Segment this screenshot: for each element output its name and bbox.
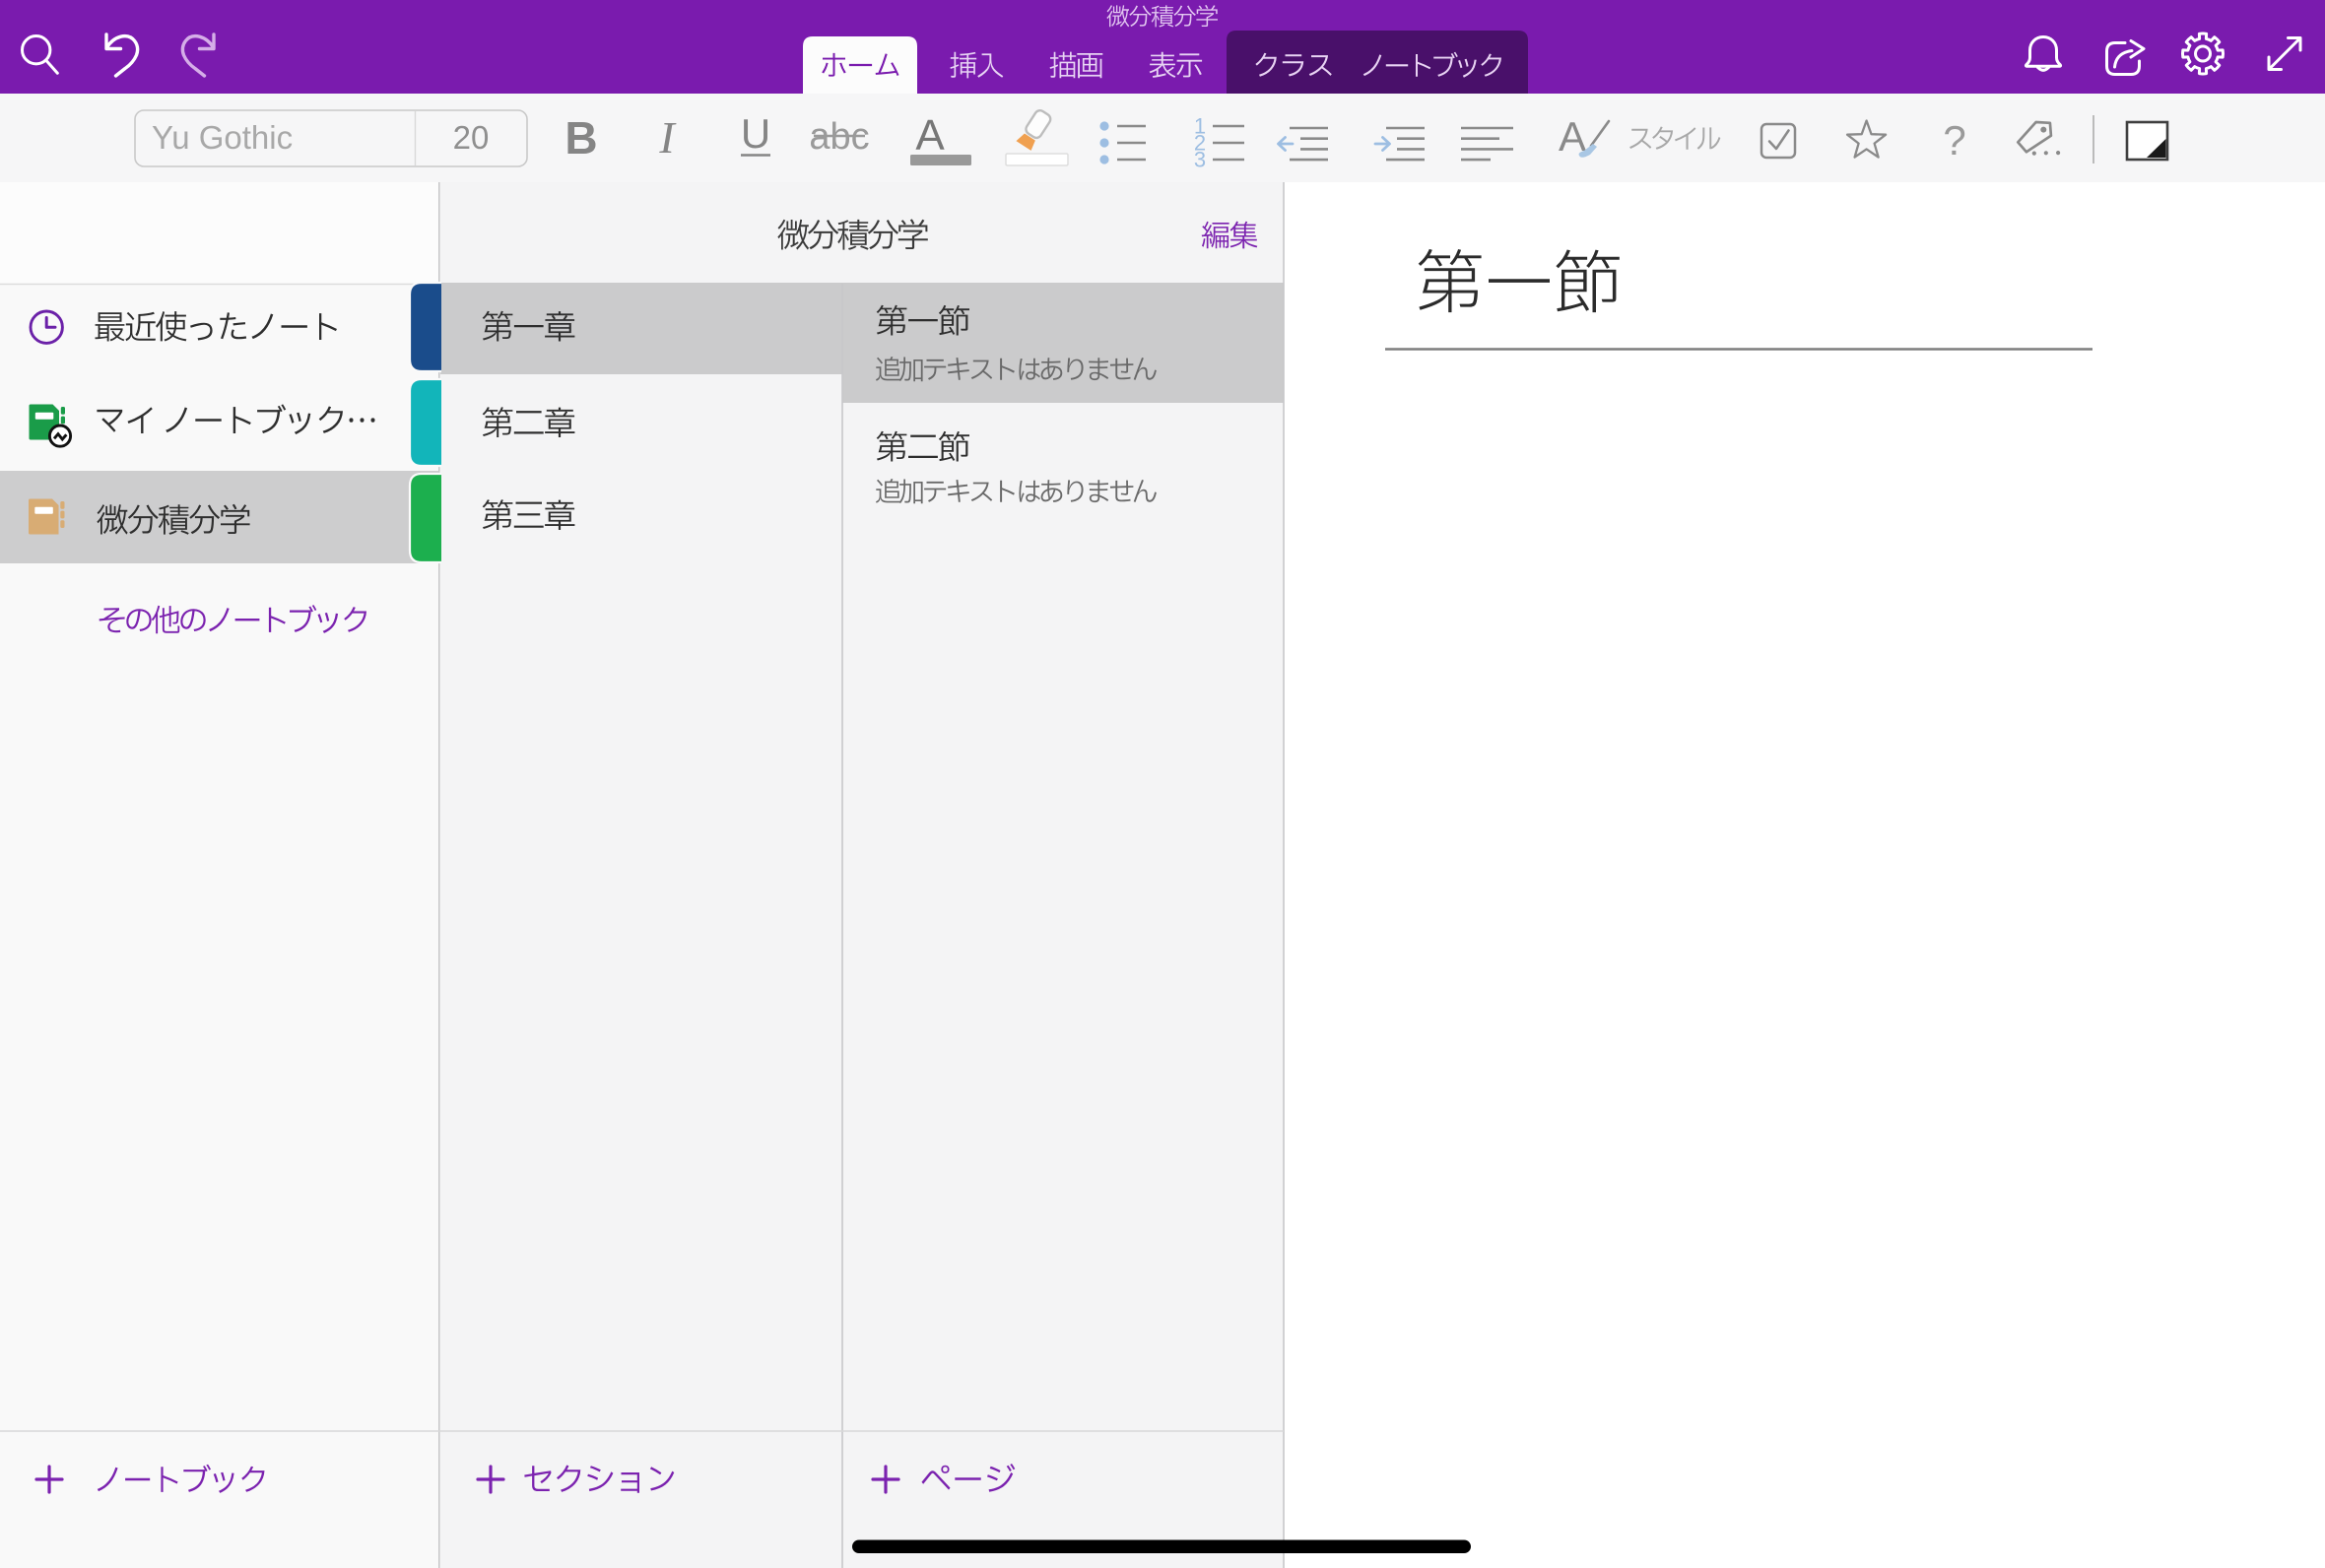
svg-text:20: 20 <box>453 119 490 156</box>
svg-text:3: 3 <box>1194 148 1206 172</box>
svg-text:?: ? <box>1943 117 1965 163</box>
svg-text:U: U <box>741 110 770 157</box>
svg-text:A: A <box>915 111 945 160</box>
svg-text:I: I <box>658 112 677 163</box>
svg-text:B: B <box>565 112 597 163</box>
svg-text:Yu Gothic: Yu Gothic <box>152 119 293 156</box>
